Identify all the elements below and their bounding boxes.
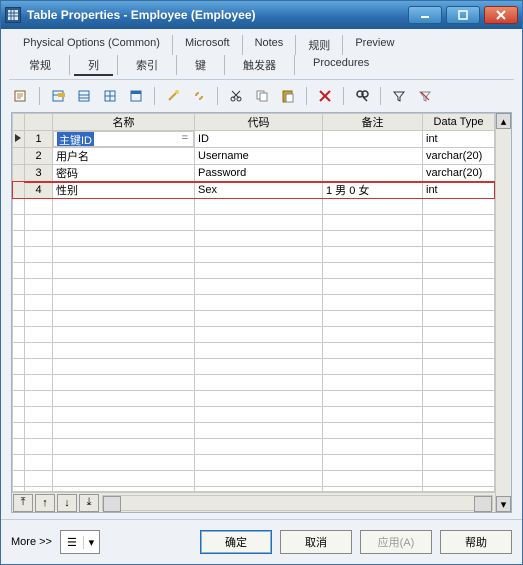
tab-触发器[interactable]: 触发器	[224, 55, 294, 75]
table-icon	[5, 7, 21, 23]
cancel-button[interactable]: 取消	[280, 530, 352, 554]
minimize-button[interactable]	[408, 6, 442, 24]
nav-first-icon[interactable]: ⤒	[13, 494, 33, 512]
table-row[interactable]: 1主键ID=IDint	[13, 131, 495, 148]
wand-icon[interactable]	[163, 86, 183, 106]
col-code-header[interactable]: 代码	[195, 114, 323, 131]
columns-grid[interactable]: 名称 代码 备注 Data Type 1主键ID=IDint2用户名Userna…	[12, 113, 495, 199]
grid-empty-rows[interactable]	[12, 199, 495, 492]
add-row-icon[interactable]	[74, 86, 94, 106]
tab-preview[interactable]: Preview	[342, 35, 406, 55]
list-icon[interactable]	[126, 86, 146, 106]
ok-button[interactable]: 确定	[200, 530, 272, 554]
help-button[interactable]: 帮助	[440, 530, 512, 554]
table-row[interactable]: 3密码Passwordvarchar(20)	[13, 165, 495, 182]
table-row[interactable]: 4性别Sex1 男 0 女int	[13, 182, 495, 199]
col-datatype-header[interactable]: Data Type	[423, 114, 495, 131]
filter-icon[interactable]	[389, 86, 409, 106]
copy-icon[interactable]	[252, 86, 272, 106]
scroll-down-icon[interactable]: ▾	[496, 496, 511, 512]
col-remark-header[interactable]: 备注	[323, 114, 423, 131]
window-title: Table Properties - Employee (Employee)	[27, 8, 408, 22]
toolbar	[1, 80, 522, 112]
properties-icon[interactable]	[11, 86, 31, 106]
find-icon[interactable]	[352, 86, 372, 106]
tab-列[interactable]: 列	[69, 55, 117, 75]
tabs: Physical Options (Common)MicrosoftNotes规…	[1, 29, 522, 75]
nav-up-icon[interactable]: ↑	[35, 494, 55, 512]
more-button[interactable]: More >>	[11, 536, 52, 548]
insert-row-icon[interactable]	[48, 86, 68, 106]
tab-microsoft[interactable]: Microsoft	[172, 35, 242, 55]
col-name-header[interactable]: 名称	[53, 114, 195, 131]
grid-panel: 名称 代码 备注 Data Type 1主键ID=IDint2用户名Userna…	[11, 112, 512, 513]
apply-button[interactable]: 应用(A)	[360, 530, 432, 554]
tab-键[interactable]: 键	[176, 55, 224, 75]
list-view-icon: ☰	[61, 536, 83, 549]
tab-row-1: Physical Options (Common)MicrosoftNotes规…	[11, 35, 512, 55]
window-buttons	[408, 6, 518, 24]
window: Table Properties - Employee (Employee) P…	[0, 0, 523, 565]
maximize-button[interactable]	[446, 6, 480, 24]
footer: More >> ☰ ▾ 确定 取消 应用(A) 帮助	[1, 519, 522, 564]
cut-icon[interactable]	[226, 86, 246, 106]
nav-last-icon[interactable]: ⤓	[79, 494, 99, 512]
filter-clear-icon[interactable]	[415, 86, 435, 106]
grid-nav-bar: ⤒ ↑ ↓ ⤓	[12, 492, 495, 512]
tab-physical-options-common-[interactable]: Physical Options (Common)	[11, 35, 172, 55]
vertical-scrollbar[interactable]: ▴ ▾	[495, 113, 511, 512]
scroll-up-icon[interactable]: ▴	[496, 113, 511, 129]
tab-row-2: 常规列索引键触发器Procedures	[11, 55, 512, 75]
paste-icon[interactable]	[278, 86, 298, 106]
horizontal-scrollbar[interactable]	[102, 495, 493, 511]
nav-down-icon[interactable]: ↓	[57, 494, 77, 512]
delete-icon[interactable]	[315, 86, 335, 106]
link-icon[interactable]	[189, 86, 209, 106]
grid-icon[interactable]	[100, 86, 120, 106]
tab-索引[interactable]: 索引	[117, 55, 176, 75]
chevron-down-icon: ▾	[83, 536, 99, 549]
grid-header-row: 名称 代码 备注 Data Type	[13, 114, 495, 131]
table-row[interactable]: 2用户名Usernamevarchar(20)	[13, 148, 495, 165]
tab-Procedures[interactable]: Procedures	[294, 55, 387, 75]
close-button[interactable]	[484, 6, 518, 24]
titlebar: Table Properties - Employee (Employee)	[1, 1, 522, 29]
view-dropdown[interactable]: ☰ ▾	[60, 530, 100, 554]
tab-常规[interactable]: 常规	[11, 55, 69, 75]
tab-notes[interactable]: Notes	[242, 35, 296, 55]
tab--[interactable]: 规则	[295, 35, 342, 55]
